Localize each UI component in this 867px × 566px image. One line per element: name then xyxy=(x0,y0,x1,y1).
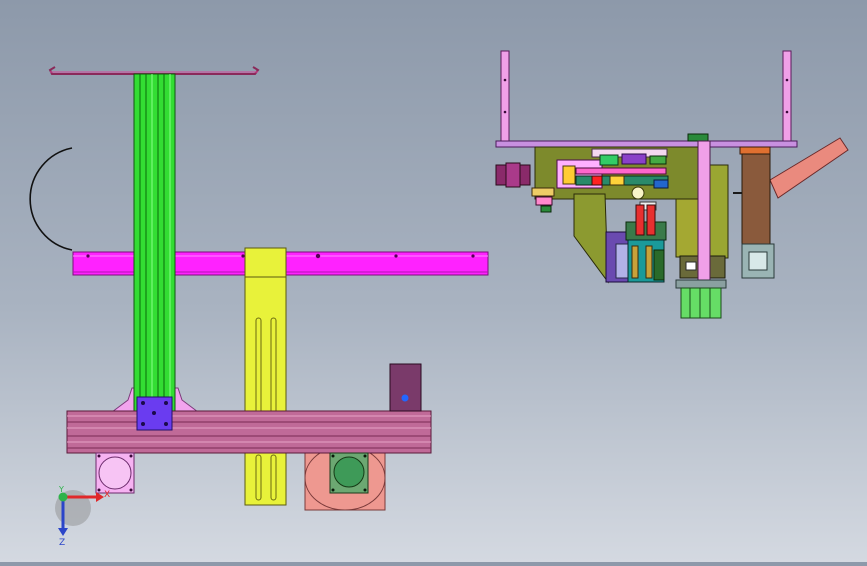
z-axis-label: Z xyxy=(59,538,65,548)
green-cylinder xyxy=(675,279,727,319)
green-column xyxy=(133,73,176,420)
y-axis-label: Y xyxy=(58,485,64,494)
top-hook-bar xyxy=(48,66,260,75)
pink-motor xyxy=(95,452,135,494)
mauve-rail xyxy=(66,410,432,454)
right-gusset xyxy=(173,387,200,413)
cad-viewport[interactable]: X Y Z xyxy=(0,0,867,562)
yellow-bracket xyxy=(244,247,287,506)
semicircle-arc xyxy=(29,147,73,251)
top-green-cap xyxy=(687,133,709,142)
cad-drawing: X Y Z xyxy=(29,50,849,548)
right-post xyxy=(782,50,792,144)
top-plate xyxy=(495,140,798,148)
left-gusset xyxy=(110,387,137,413)
right-assembly xyxy=(495,50,849,319)
x-axis-label: X xyxy=(104,490,110,500)
olive-wedge xyxy=(573,193,609,284)
blue-mount-plate xyxy=(136,396,173,431)
left-post xyxy=(500,50,510,144)
left-assembly xyxy=(29,66,489,511)
purple-block xyxy=(389,363,422,412)
axis-triad[interactable]: X Y Z xyxy=(55,485,110,548)
green-motor xyxy=(329,452,369,494)
gripper-cluster xyxy=(605,204,667,283)
brown-block xyxy=(733,146,775,279)
pink-rod xyxy=(697,140,711,282)
